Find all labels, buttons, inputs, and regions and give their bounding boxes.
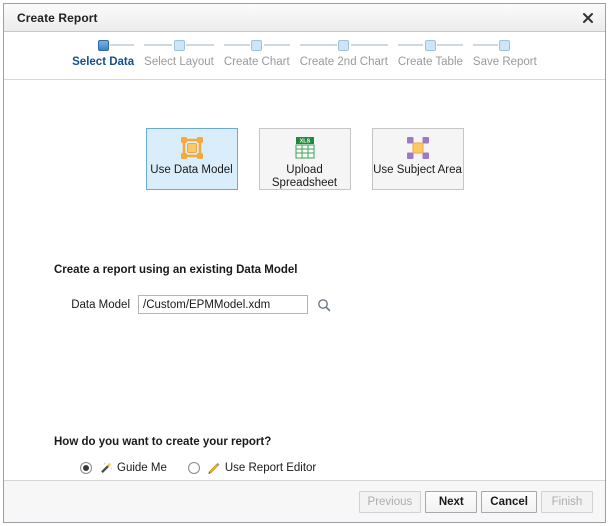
- next-button[interactable]: Next: [425, 490, 478, 513]
- data-model-form-row: Data Model: [54, 295, 332, 314]
- train-step-label: Select Data: [72, 56, 135, 68]
- train-step-marker-row: [72, 38, 135, 52]
- tile-upload-spreadsheet[interactable]: XLS Upload Spreadsheet: [258, 128, 351, 190]
- tile-use-subject-area[interactable]: Use Subject Area: [371, 128, 464, 190]
- train-step-dot: [251, 39, 263, 51]
- train-connector-left: [397, 44, 424, 46]
- train-connector-right: [110, 44, 135, 46]
- tile-label: Use Subject Area: [373, 164, 462, 176]
- subject-area-icon: [406, 136, 430, 160]
- train-step-label: Save Report: [472, 56, 537, 68]
- dialog-title: Create Report: [17, 10, 98, 25]
- dialog-body: Use Data Model XLS Upload Spreadsheet Us…: [4, 80, 605, 480]
- train-step-marker-row: [397, 38, 463, 52]
- radio-use-report-editor[interactable]: [187, 461, 200, 474]
- train-step-label: Create 2nd Chart: [299, 56, 388, 68]
- report-mode-radio-group: Guide Me Use Report Editor: [80, 460, 316, 475]
- previous-button[interactable]: Previous: [358, 490, 422, 513]
- wizard-train-steps: Select Data Select Layout Create Chart C…: [4, 38, 605, 68]
- train-step-select-data[interactable]: Select Data: [67, 38, 139, 68]
- train-connector-left: [299, 44, 337, 46]
- data-model-field-label: Data Model: [71, 298, 130, 311]
- train-step-label: Select Layout: [144, 56, 214, 68]
- cancel-button[interactable]: Cancel: [481, 490, 537, 513]
- train-step-create-2nd-chart[interactable]: Create 2nd Chart: [295, 38, 393, 68]
- create-report-dialog-screen: Create Report Select Data Select Layout …: [0, 0, 609, 526]
- dialog-footer: Previous Next Cancel Finish: [4, 480, 605, 522]
- close-icon[interactable]: [579, 9, 597, 27]
- train-step-label: Create Chart: [223, 56, 290, 68]
- data-model-input[interactable]: [138, 295, 308, 314]
- radio-guide-me[interactable]: [80, 461, 92, 474]
- train-step-select-layout[interactable]: Select Layout: [139, 38, 219, 68]
- finish-button[interactable]: Finish: [541, 490, 593, 513]
- radio-label: Use Report Editor: [224, 461, 317, 474]
- create-report-dialog: Create Report Select Data Select Layout …: [3, 3, 606, 523]
- train-step-dot: [97, 39, 109, 51]
- spreadsheet-xls-icon: XLS: [294, 136, 316, 160]
- train-step-create-table[interactable]: Create Table: [393, 38, 468, 68]
- pencil-icon: [206, 460, 221, 475]
- train-step-dot: [173, 39, 185, 51]
- train-connector-right: [263, 44, 290, 46]
- train-step-marker-row: [299, 38, 388, 52]
- train-step-label: Create Table: [397, 56, 463, 68]
- wizard-train: Select Data Select Layout Create Chart C…: [4, 32, 605, 80]
- train-step-marker-row: [472, 38, 537, 52]
- data-model-section-title: Create a report using an existing Data M…: [54, 264, 298, 276]
- tile-label: Use Data Model: [150, 164, 233, 176]
- train-connector-left: [472, 44, 498, 46]
- train-connector-right: [437, 44, 463, 46]
- train-step-dot: [424, 39, 436, 51]
- train-step-dot: [499, 39, 511, 51]
- train-step-dot: [338, 39, 350, 51]
- tile-use-data-model[interactable]: Use Data Model: [145, 128, 238, 190]
- search-icon[interactable]: [316, 297, 332, 313]
- magic-wand-icon: [98, 460, 113, 475]
- svg-text:XLS: XLS: [299, 139, 310, 145]
- report-mode-question: How do you want to create your report?: [54, 436, 272, 448]
- train-step-save-report[interactable]: Save Report: [468, 38, 542, 68]
- tile-label: Upload Spreadsheet: [271, 164, 338, 189]
- radio-option-use-report-editor[interactable]: Use Report Editor: [187, 460, 317, 475]
- train-connector-left: [144, 44, 172, 46]
- train-connector-right: [186, 44, 214, 46]
- data-source-tiles: Use Data Model XLS Upload Spreadsheet Us…: [4, 128, 605, 190]
- dialog-titlebar: Create Report: [4, 4, 605, 32]
- train-step-create-chart[interactable]: Create Chart: [219, 38, 295, 68]
- train-connector-left: [223, 44, 250, 46]
- train-step-marker-row: [223, 38, 290, 52]
- data-model-icon: [180, 136, 204, 160]
- radio-label: Guide Me: [117, 461, 167, 474]
- train-connector-right: [350, 44, 388, 46]
- radio-option-guide-me[interactable]: Guide Me: [80, 460, 167, 475]
- train-step-marker-row: [144, 38, 214, 52]
